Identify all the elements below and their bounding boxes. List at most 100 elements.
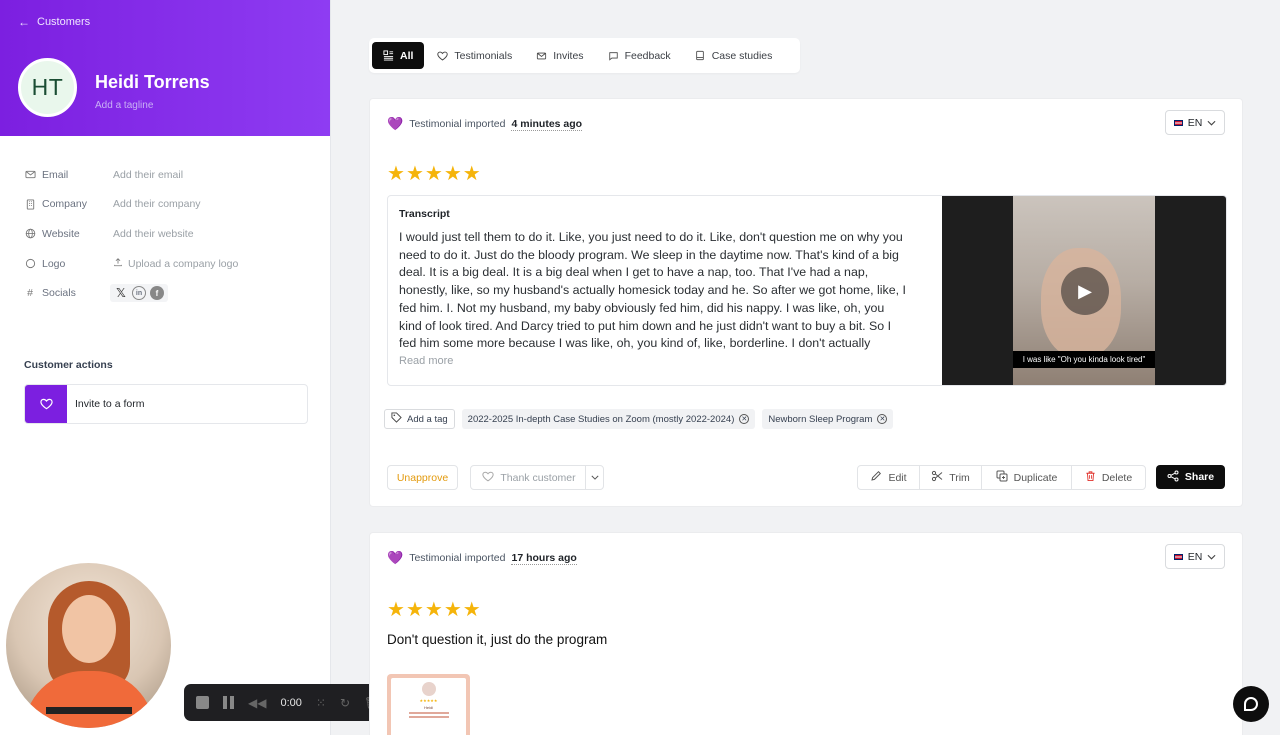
book-icon (695, 50, 706, 61)
field-label: Socials (42, 287, 76, 300)
tagline-input[interactable]: Add a tagline (95, 100, 153, 111)
website-input[interactable]: Add their website (113, 228, 194, 240)
tab-invites[interactable]: Invites (525, 42, 594, 69)
grid-icon (383, 50, 394, 61)
tab-case-studies[interactable]: Case studies (684, 42, 784, 69)
tab-testimonials[interactable]: Testimonials (426, 42, 523, 69)
company-input[interactable]: Add their company (113, 198, 201, 210)
uk-flag-icon (1173, 553, 1183, 560)
testimonial-card: 💜 Testimonial imported 17 hours ago EN ★… (369, 532, 1243, 735)
chevron-down-icon[interactable] (585, 466, 603, 489)
recording-time: 0:00 (280, 696, 302, 709)
tag-chip: 2022-2025 In-depth Case Studies on Zoom … (461, 409, 756, 429)
edit-button[interactable]: Edit (858, 466, 920, 489)
webcam-face (62, 595, 116, 663)
add-tag-button[interactable]: Add a tag (384, 409, 455, 429)
webcam-bubble[interactable] (6, 563, 171, 728)
language-select[interactable]: EN (1165, 110, 1225, 135)
duplicate-icon (996, 470, 1008, 485)
upload-icon (113, 257, 123, 270)
tag-icon (391, 412, 402, 426)
stop-icon[interactable] (196, 696, 209, 709)
star-icon: ★ (443, 163, 462, 185)
field-label: Website (42, 227, 80, 240)
pause-icon[interactable] (223, 696, 234, 709)
uk-flag-icon (1173, 119, 1183, 126)
customer-avatar[interactable]: HT (18, 58, 77, 117)
chevron-down-icon (1207, 551, 1216, 563)
pencil-icon (870, 470, 882, 485)
thumbnail-line (408, 712, 449, 714)
customer-name[interactable]: Heidi Torrens (95, 72, 210, 93)
field-logo: Logo Upload a company logo (24, 249, 314, 279)
invite-to-form-button[interactable]: Invite to a form (24, 384, 308, 424)
socials-links: 𝕏 in f (110, 284, 168, 303)
tab-feedback[interactable]: Feedback (597, 42, 682, 69)
back-label: Customers (37, 16, 91, 28)
unapprove-button[interactable]: Unapprove (387, 465, 458, 490)
trim-button[interactable]: Trim (920, 466, 982, 489)
share-button[interactable]: Share (1156, 465, 1225, 489)
facebook-icon[interactable]: f (150, 286, 164, 301)
edit-button-group: Edit Trim Duplicate Delete (857, 465, 1146, 490)
tab-label: Invites (553, 49, 584, 62)
chevron-down-icon (1207, 117, 1216, 129)
linkedin-icon[interactable]: in (132, 286, 146, 301)
content-tabs: All Testimonials Invites Feedback Case s… (369, 38, 800, 73)
chat-support-button[interactable] (1233, 686, 1269, 722)
mail-icon (536, 50, 547, 61)
star-rating: ★ ★ ★ ★ ★ (387, 597, 481, 622)
field-company: Company Add their company (24, 190, 314, 220)
remove-tag-icon[interactable]: ✕ (739, 414, 750, 424)
duplicate-button[interactable]: Duplicate (982, 466, 1072, 489)
star-icon: ★ (462, 599, 481, 621)
thank-customer-button[interactable]: Thank customer (470, 465, 604, 490)
rewind-icon[interactable]: ◀◀ (248, 696, 266, 710)
star-icon: ★ (405, 163, 424, 185)
invite-label: Invite to a form (75, 398, 145, 410)
remove-tag-icon[interactable]: ✕ (877, 414, 888, 424)
customer-fields: Email Add their email Company Add their … (24, 160, 314, 308)
upload-logo-label: Upload a company logo (128, 257, 239, 270)
star-icon: ★ (424, 599, 443, 621)
tab-label: Case studies (711, 49, 773, 62)
video-player[interactable]: ▶ I was like "Oh you kinda look tired" (942, 196, 1226, 385)
add-tag-label: Add a tag (407, 413, 448, 425)
thumbnail-content: ★★★★★ Heidi (391, 678, 466, 735)
x-twitter-icon[interactable]: 𝕏 (114, 286, 128, 300)
heart-outline-icon (25, 385, 67, 423)
field-socials: # Socials 𝕏 in f (24, 278, 314, 308)
hash-icon: # (27, 287, 33, 300)
meta-time[interactable]: 17 hours ago (511, 552, 577, 565)
testimonial-meta: 💜 Testimonial imported 17 hours ago (387, 550, 577, 566)
testimonial-title: Don't question it, just do the program (387, 632, 608, 647)
grid-dots-icon[interactable]: ⁙ (316, 696, 326, 710)
back-to-customers-link[interactable]: ← Customers (18, 15, 90, 29)
customer-sidebar: ← Customers HT Heidi Torrens Add a tagli… (0, 0, 331, 735)
restart-icon[interactable]: ↻ (340, 696, 350, 710)
star-icon: ★ (405, 599, 424, 621)
heart-hand-icon (482, 471, 495, 485)
upload-logo-button[interactable]: Upload a company logo (113, 257, 238, 270)
thumbnail-line (408, 716, 449, 718)
meta-time[interactable]: 4 minutes ago (511, 118, 583, 131)
webcam-shirt (24, 671, 154, 728)
testimonial-image-thumbnail[interactable]: ★★★★★ Heidi (387, 674, 470, 735)
testimonial-card: 💜 Testimonial imported 4 minutes ago EN … (369, 98, 1243, 507)
share-label: Share (1184, 471, 1215, 483)
language-select[interactable]: EN (1165, 544, 1225, 569)
star-icon: ★ (387, 163, 405, 185)
heart-filled-icon: 💜 (387, 116, 404, 131)
transcript-title: Transcript (399, 208, 450, 220)
language-value: EN (1187, 550, 1203, 563)
globe-icon (24, 228, 36, 240)
social-icons: 𝕏 in f (110, 284, 168, 303)
tab-all[interactable]: All (372, 42, 425, 69)
play-button[interactable]: ▶ (1061, 267, 1109, 315)
testimonial-meta: 💜 Testimonial imported 4 minutes ago (387, 116, 583, 132)
heart-outline-icon (437, 50, 449, 61)
email-input[interactable]: Add their email (113, 169, 183, 181)
thumbnail-avatar (421, 682, 436, 696)
delete-button[interactable]: Delete (1072, 466, 1145, 489)
read-more-link[interactable]: Read more (399, 355, 909, 367)
